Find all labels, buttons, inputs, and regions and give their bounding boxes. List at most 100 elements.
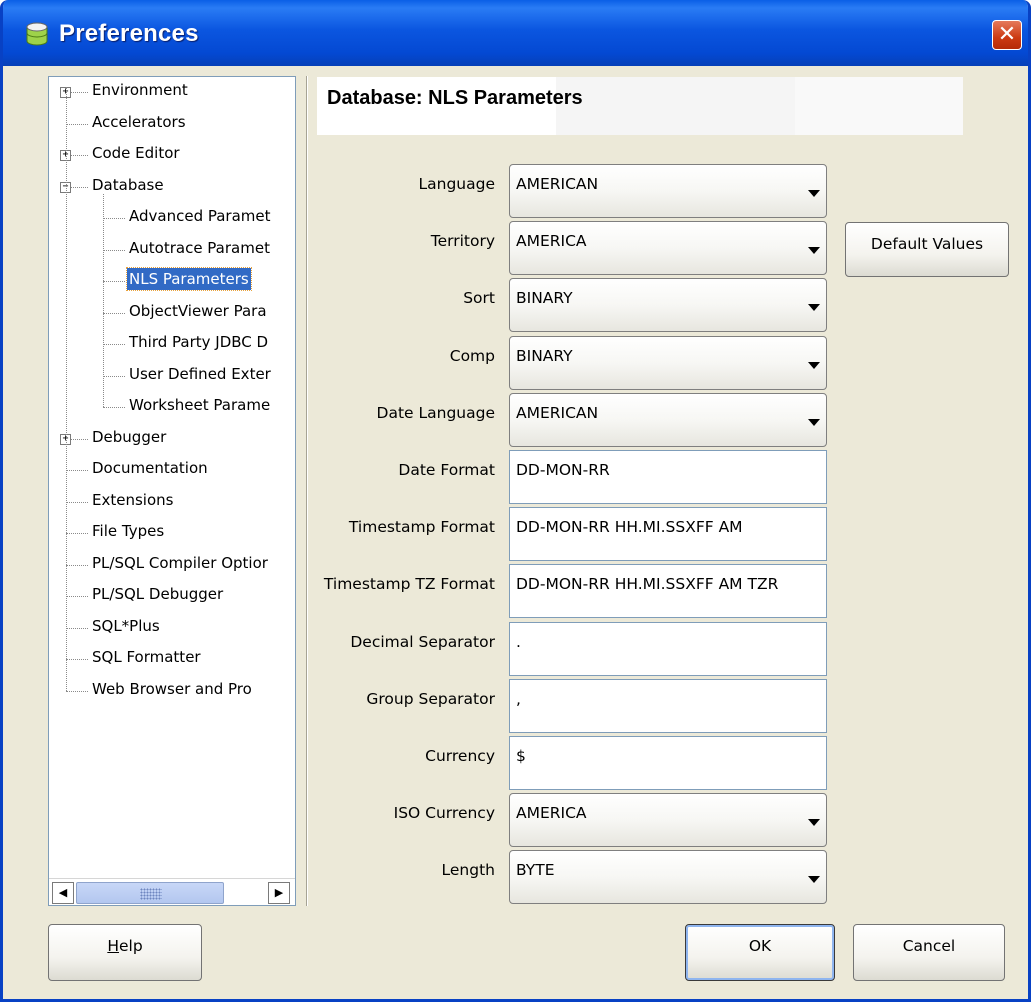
- text-input[interactable]: .: [509, 621, 827, 676]
- ok-button[interactable]: OK: [685, 924, 835, 981]
- text-input[interactable]: DD-MON-RR HH.MI.SSXFF AM: [509, 507, 827, 562]
- tree-item-label: Advanced Paramet: [129, 207, 271, 225]
- tree-item-label: Code Editor: [92, 144, 180, 162]
- field-label: Sort: [463, 289, 495, 308]
- tree-item[interactable]: SQL*Plus: [49, 615, 295, 637]
- dropdown-arrow-icon[interactable]: [808, 304, 820, 312]
- text-input[interactable]: $: [509, 736, 827, 790]
- field-value: DD-MON-RR HH.MI.SSXFF AM TZR: [516, 575, 779, 594]
- field-value: BYTE: [516, 861, 555, 880]
- dropdown-arrow-icon[interactable]: [808, 361, 820, 369]
- tree-item[interactable]: NLS Parameters: [49, 267, 295, 291]
- tree-item-label: ObjectViewer Para: [129, 301, 267, 320]
- preferences-tree[interactable]: + Environment Accelerators + Code Editor − Dat…: [48, 76, 296, 906]
- field-value: BINARY: [516, 289, 573, 308]
- tree-item[interactable]: SQL Formatter: [49, 646, 295, 668]
- dropdown-select[interactable]: AMERICAN: [509, 392, 827, 447]
- default-values-button[interactable]: Default Values: [845, 222, 1009, 277]
- tree-item[interactable]: + Environment: [49, 79, 295, 101]
- scroll-left-icon: ◀: [58, 886, 68, 899]
- dropdown-select[interactable]: BINARY: [509, 335, 827, 390]
- grip-icon: [140, 888, 162, 900]
- close-icon: ✕: [997, 22, 1017, 47]
- dropdown-select[interactable]: BINARY: [509, 278, 827, 333]
- tree-item-label: Worksheet Parame: [129, 396, 271, 414]
- tree-item[interactable]: PL/SQL Compiler Optior: [49, 552, 295, 574]
- field-label: Comp: [449, 346, 495, 365]
- tree-item[interactable]: User Defined Exter: [49, 363, 295, 385]
- tree-connector: [103, 312, 125, 314]
- panel-divider: [306, 76, 308, 906]
- field-label: Timestamp Format: [348, 518, 495, 537]
- field-label: Date Format: [398, 461, 495, 479]
- tree-item-label: Documentation: [92, 459, 208, 477]
- title-bar[interactable]: Preferences ✕: [3, 0, 1028, 66]
- tree-item[interactable]: − Database: [49, 174, 295, 196]
- dropdown-arrow-icon[interactable]: [808, 819, 820, 827]
- tree-item[interactable]: Accelerators: [49, 111, 295, 133]
- tree-item-label: Environment: [92, 81, 188, 99]
- field-value: $: [516, 747, 526, 765]
- tree-item[interactable]: + Code Editor: [49, 142, 295, 164]
- text-input[interactable]: ,: [509, 678, 827, 733]
- tree-connector: [103, 407, 125, 408]
- scroll-thumb[interactable]: [76, 882, 224, 904]
- tree-item[interactable]: + Debugger: [49, 426, 295, 448]
- tree-connector: [66, 627, 88, 629]
- tree-connector: [66, 564, 88, 566]
- tree-item-label: Web Browser and Pro: [92, 679, 252, 698]
- field-value: AMERICA: [516, 232, 587, 251]
- cancel-label: Cancel: [902, 937, 956, 955]
- scroll-right-icon: ▶: [274, 886, 284, 899]
- tree-item[interactable]: Web Browser and Pro: [49, 678, 295, 700]
- dropdown-arrow-icon[interactable]: [808, 876, 820, 884]
- tree-item[interactable]: Autotrace Paramet: [49, 237, 295, 259]
- dropdown-arrow-icon[interactable]: [808, 190, 820, 197]
- dropdown-arrow-icon[interactable]: [808, 247, 820, 255]
- tree-item-label: PL/SQL Compiler Optior: [92, 553, 268, 572]
- field-value: DD-MON-RR: [516, 461, 610, 479]
- tree-item[interactable]: Advanced Paramet: [49, 205, 295, 227]
- scroll-right-button[interactable]: ▶: [268, 882, 290, 904]
- tree-viewport: + Environment Accelerators + Code Editor − Dat…: [49, 77, 295, 878]
- tree-item-label: SQL Formatter: [92, 648, 201, 666]
- dropdown-arrow-icon[interactable]: [808, 418, 820, 426]
- tree-item[interactable]: File Types: [49, 520, 295, 542]
- text-input[interactable]: DD-MON-RR HH.MI.SSXFF AM TZR: [509, 564, 827, 619]
- tree-item-label: SQL*Plus: [92, 616, 160, 635]
- tree-item[interactable]: Third Party JDBC D: [49, 331, 295, 353]
- tree-item[interactable]: PL/SQL Debugger: [49, 583, 295, 605]
- dropdown-select[interactable]: AMERICA: [509, 793, 827, 848]
- help-label: elp: [118, 937, 143, 955]
- tree-item[interactable]: Documentation: [49, 457, 295, 479]
- tree-connector: [66, 690, 88, 692]
- tree-item-label: PL/SQL Debugger: [92, 585, 224, 603]
- tree-connector: [103, 281, 125, 282]
- tree-connector: [66, 659, 88, 660]
- field-value: AMERICAN: [516, 403, 599, 422]
- field-value: BINARY: [516, 346, 573, 365]
- dropdown-select[interactable]: AMERICA: [509, 221, 827, 276]
- field-value: DD-MON-RR HH.MI.SSXFF AM: [516, 518, 743, 537]
- tree-horizontal-scrollbar[interactable]: ◀ ▶: [49, 878, 295, 905]
- tree-connector: [103, 218, 125, 219]
- tree-item[interactable]: Worksheet Parame: [49, 394, 295, 416]
- tree-item-label: Autotrace Paramet: [129, 238, 270, 257]
- scroll-left-button[interactable]: ◀: [52, 882, 74, 904]
- page-header: Database: NLS Parameters: [317, 77, 963, 135]
- field-label: Group Separator: [366, 689, 495, 708]
- tree-item[interactable]: ObjectViewer Para: [49, 300, 295, 322]
- tree-item-label: File Types: [92, 522, 165, 540]
- dropdown-select[interactable]: AMERICAN: [509, 164, 827, 218]
- tree-branch-line: [103, 193, 104, 407]
- field-label: Date Language: [376, 403, 495, 422]
- tree-trunk-line: [66, 87, 67, 691]
- dropdown-select[interactable]: BYTE: [509, 850, 827, 905]
- field-label: Decimal Separator: [350, 632, 495, 651]
- text-input[interactable]: DD-MON-RR: [509, 450, 827, 504]
- tree-item[interactable]: Extensions: [49, 489, 295, 511]
- help-button[interactable]: Help: [48, 924, 202, 981]
- tree-connector: [103, 344, 125, 345]
- cancel-button[interactable]: Cancel: [853, 924, 1005, 981]
- close-button[interactable]: ✕: [992, 20, 1022, 50]
